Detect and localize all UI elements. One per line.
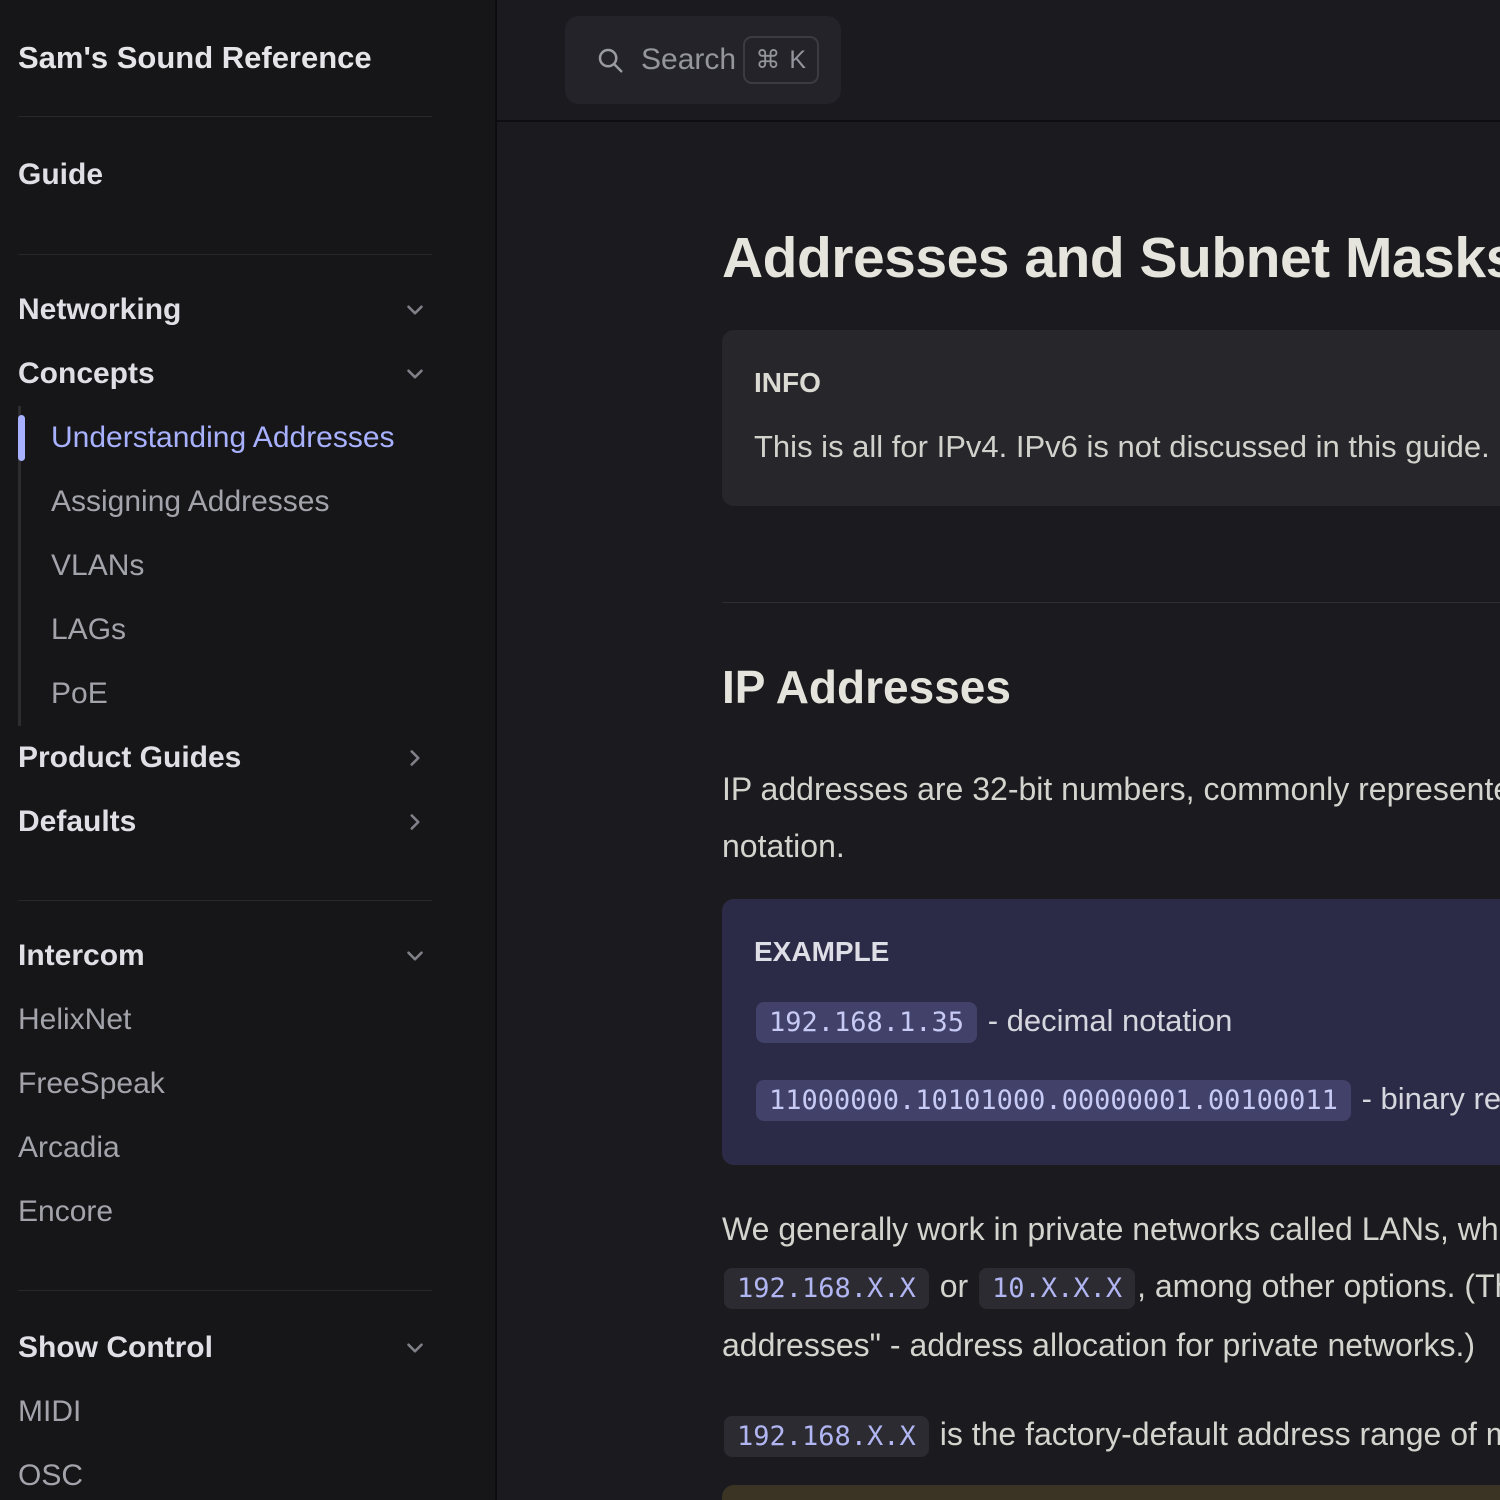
sidebar-item-label: Intercom	[18, 939, 145, 973]
warning-box	[722, 1485, 1500, 1500]
sidebar-item-label: Product Guides	[18, 741, 241, 775]
info-box-label: INFO	[754, 366, 1500, 400]
paragraph: IP addresses are 32-bit numbers, commonl…	[722, 761, 1500, 875]
sidebar-item-label: Understanding Addresses	[51, 421, 395, 455]
chevron-down-icon	[402, 943, 428, 969]
sidebar-item-label: FreeSpeak	[18, 1067, 165, 1101]
inline-code: 192.168.1.35	[756, 1002, 977, 1043]
chevron-right-icon	[402, 809, 428, 835]
inline-code: 10.X.X.X	[979, 1268, 1135, 1309]
inline-code: 192.168.X.X	[724, 1268, 929, 1309]
search-button[interactable]: Search ⌘ K	[565, 16, 841, 104]
paragraph-line: addresses" - address allocation for priv…	[722, 1317, 1500, 1374]
app-root: Sam's Sound Reference Guide Networking C…	[0, 0, 1500, 1500]
search-icon	[595, 45, 625, 75]
paragraph-line: 192.168.X.X is the factory-default addre…	[722, 1406, 1500, 1465]
sidebar-item-understanding-addresses[interactable]: Understanding Addresses	[51, 406, 432, 470]
example-line: 192.168.1.35 - decimal notation	[754, 997, 1500, 1047]
chevron-down-icon	[402, 1335, 428, 1361]
info-box-body: This is all for IPv4. IPv6 is not discus…	[754, 428, 1500, 466]
page-title: Addresses and Subnet Masks	[722, 225, 1500, 291]
example-box-label: EXAMPLE	[754, 935, 1500, 969]
navbar: Search ⌘ K	[497, 0, 1500, 122]
sidebar-item-freespeak[interactable]: FreeSpeak	[18, 1052, 432, 1116]
paragraph-line: IP addresses are 32-bit numbers, commonl…	[722, 761, 1500, 818]
paragraph-line: We generally work in private networks ca…	[722, 1201, 1500, 1258]
sidebar-item-assigning-addresses[interactable]: Assigning Addresses	[51, 470, 432, 534]
sidebar-item-label: LAGs	[51, 613, 126, 647]
sidebar-item-vlans[interactable]: VLANs	[51, 534, 432, 598]
paragraph: 192.168.X.X is the factory-default addre…	[722, 1406, 1500, 1465]
sidebar-item-label: Encore	[18, 1195, 113, 1229]
sidebar: Sam's Sound Reference Guide Networking C…	[0, 0, 497, 1500]
sidebar-item-arcadia[interactable]: Arcadia	[18, 1116, 432, 1180]
sidebar-item-concepts[interactable]: Concepts	[18, 342, 432, 406]
sidebar-subgroup-concepts: Understanding Addresses Assigning Addres…	[18, 406, 432, 726]
sidebar-item-poe[interactable]: PoE	[51, 662, 432, 726]
search-label: Search	[641, 43, 736, 77]
sidebar-divider	[18, 254, 432, 255]
section-divider	[722, 602, 1500, 603]
search-shortcut-badge: ⌘ K	[743, 36, 819, 84]
sidebar-item-label: Guide	[18, 158, 103, 192]
sidebar-item-label: Show Control	[18, 1331, 213, 1365]
sidebar-item-label: Networking	[18, 293, 181, 327]
chevron-right-icon	[402, 745, 428, 771]
sidebar-item-lags[interactable]: LAGs	[51, 598, 432, 662]
sidebar-item-defaults[interactable]: Defaults	[18, 790, 432, 854]
sidebar-item-label: HelixNet	[18, 1003, 131, 1037]
site-title[interactable]: Sam's Sound Reference	[18, 40, 432, 76]
sidebar-item-label: Concepts	[18, 357, 155, 391]
sidebar-item-helixnet[interactable]: HelixNet	[18, 988, 432, 1052]
sidebar-item-label: PoE	[51, 677, 108, 711]
paragraph-line: notation.	[722, 818, 1500, 875]
sidebar-item-osc[interactable]: OSC	[18, 1444, 432, 1500]
sidebar-item-label: Assigning Addresses	[51, 485, 330, 519]
sidebar-divider	[18, 116, 432, 117]
sidebar-item-guide[interactable]: Guide	[18, 143, 432, 207]
sidebar-divider	[18, 1290, 432, 1291]
paragraph: We generally work in private networks ca…	[722, 1201, 1500, 1374]
sidebar-item-encore[interactable]: Encore	[18, 1180, 432, 1244]
sidebar-item-intercom[interactable]: Intercom	[18, 924, 432, 988]
inline-code: 192.168.X.X	[724, 1416, 929, 1457]
section-heading: IP Addresses	[722, 659, 1500, 715]
example-box: EXAMPLE 192.168.1.35 - decimal notation …	[722, 899, 1500, 1165]
paragraph-line: 192.168.X.X or 10.X.X.X, among other opt…	[722, 1258, 1500, 1317]
sidebar-divider	[18, 900, 432, 901]
sidebar-item-label: Arcadia	[18, 1131, 120, 1165]
active-item-indicator	[18, 415, 25, 461]
example-line: 11000000.10101000.00000001.00100011 - bi…	[754, 1075, 1500, 1125]
sidebar-item-networking[interactable]: Networking	[18, 278, 432, 342]
info-box: INFO This is all for IPv4. IPv6 is not d…	[722, 330, 1500, 506]
sidebar-item-midi[interactable]: MIDI	[18, 1380, 432, 1444]
sidebar-item-label: MIDI	[18, 1395, 81, 1429]
sidebar-item-label: OSC	[18, 1459, 83, 1493]
main-column: Search ⌘ K Addresses and Subnet Masks IN…	[497, 0, 1500, 1500]
inline-code: 11000000.10101000.00000001.00100011	[756, 1080, 1351, 1121]
sidebar-item-label: VLANs	[51, 549, 144, 583]
chevron-down-icon	[402, 361, 428, 387]
sidebar-item-label: Defaults	[18, 805, 136, 839]
document: Addresses and Subnet Masks INFO This is …	[497, 122, 1500, 1500]
sidebar-item-product-guides[interactable]: Product Guides	[18, 726, 432, 790]
chevron-down-icon	[402, 297, 428, 323]
sidebar-item-show-control[interactable]: Show Control	[18, 1316, 432, 1380]
